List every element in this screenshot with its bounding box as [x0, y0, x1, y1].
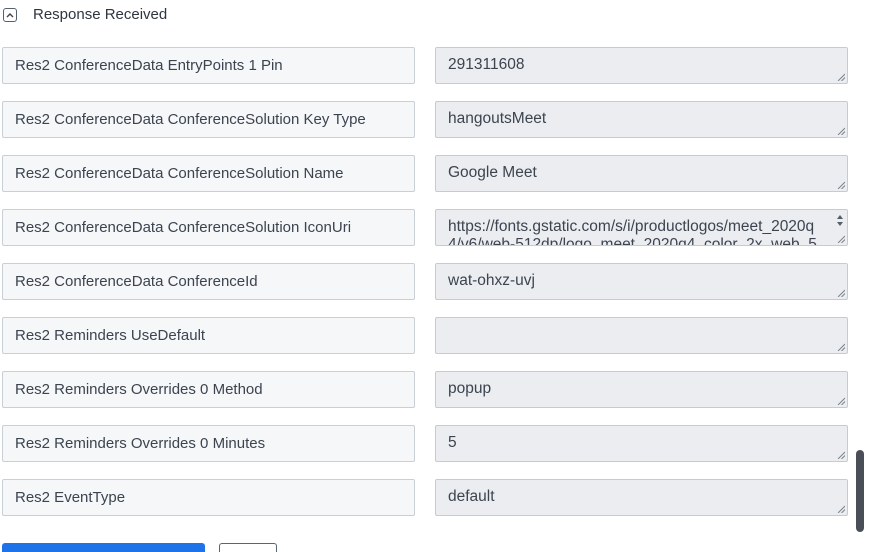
collapse-button[interactable] — [3, 8, 17, 22]
field-value-text: https://fonts.gstatic.com/s/i/productlog… — [448, 218, 817, 246]
field-label: Res2 EventType — [2, 479, 415, 516]
field-value-text: hangoutsMeet — [448, 110, 547, 127]
field-value-text: 5 — [448, 434, 457, 451]
field-value[interactable]: popup — [435, 371, 848, 408]
resize-grip-icon[interactable] — [837, 397, 845, 405]
field-row: Res2 Reminders Overrides 0 Method popup — [0, 371, 850, 425]
secondary-action-button[interactable] — [219, 543, 277, 552]
field-value[interactable]: https://fonts.gstatic.com/s/i/productlog… — [435, 209, 848, 246]
field-value[interactable]: 5 — [435, 425, 848, 462]
field-value[interactable]: Google Meet — [435, 155, 848, 192]
fields-list: Res2 ConferenceData EntryPoints 1 Pin 29… — [0, 47, 850, 533]
field-row: Res2 ConferenceData ConferenceSolution I… — [0, 209, 850, 263]
field-label: Res2 ConferenceData ConferenceId — [2, 263, 415, 300]
field-value[interactable]: wat-ohxz-uvj — [435, 263, 848, 300]
field-row: Res2 EventType default — [0, 479, 850, 533]
resize-grip-icon[interactable] — [837, 505, 845, 513]
scrollbar-thumb[interactable] — [856, 450, 864, 532]
field-label: Res2 ConferenceData EntryPoints 1 Pin — [2, 47, 415, 84]
field-value-text: popup — [448, 380, 492, 397]
resize-grip-icon[interactable] — [837, 343, 845, 351]
field-value-text: Google Meet — [448, 164, 537, 181]
field-value[interactable]: default — [435, 479, 848, 516]
field-row: Res2 ConferenceData ConferenceSolution K… — [0, 101, 850, 155]
field-label: Res2 Reminders Overrides 0 Minutes — [2, 425, 415, 462]
field-row: Res2 Reminders Overrides 0 Minutes 5 — [0, 425, 850, 479]
field-row: Res2 ConferenceData ConferenceSolution N… — [0, 155, 850, 209]
field-value[interactable] — [435, 317, 848, 354]
field-label: Res2 ConferenceData ConferenceSolution I… — [2, 209, 415, 246]
field-row: Res2 ConferenceData EntryPoints 1 Pin 29… — [0, 47, 850, 101]
field-row: Res2 ConferenceData ConferenceId wat-ohx… — [0, 263, 850, 317]
resize-grip-icon[interactable] — [837, 73, 845, 81]
textarea-scroll-arrows-icon[interactable] — [835, 212, 845, 234]
field-row: Res2 Reminders UseDefault — [0, 317, 850, 371]
resize-grip-icon[interactable] — [837, 181, 845, 189]
field-label: Res2 Reminders UseDefault — [2, 317, 415, 354]
field-value-text: 291311608 — [448, 56, 525, 73]
field-label: Res2 ConferenceData ConferenceSolution K… — [2, 101, 415, 138]
resize-grip-icon[interactable] — [837, 127, 845, 135]
resize-grip-icon[interactable] — [837, 451, 845, 459]
resize-grip-icon[interactable] — [837, 235, 845, 243]
primary-action-button[interactable] — [2, 543, 205, 552]
field-value[interactable]: hangoutsMeet — [435, 101, 848, 138]
field-label: Res2 Reminders Overrides 0 Method — [2, 371, 415, 408]
chevron-up-icon — [6, 12, 14, 18]
section-title: Response Received — [33, 6, 168, 23]
response-panel: Response Received Res2 ConferenceData En… — [0, 0, 869, 552]
section-header: Response Received — [0, 0, 860, 32]
resize-grip-icon[interactable] — [837, 289, 845, 297]
field-value[interactable]: 291311608 — [435, 47, 848, 84]
field-value-text: default — [448, 488, 495, 505]
field-label: Res2 ConferenceData ConferenceSolution N… — [2, 155, 415, 192]
field-value-text: wat-ohxz-uvj — [448, 272, 535, 289]
